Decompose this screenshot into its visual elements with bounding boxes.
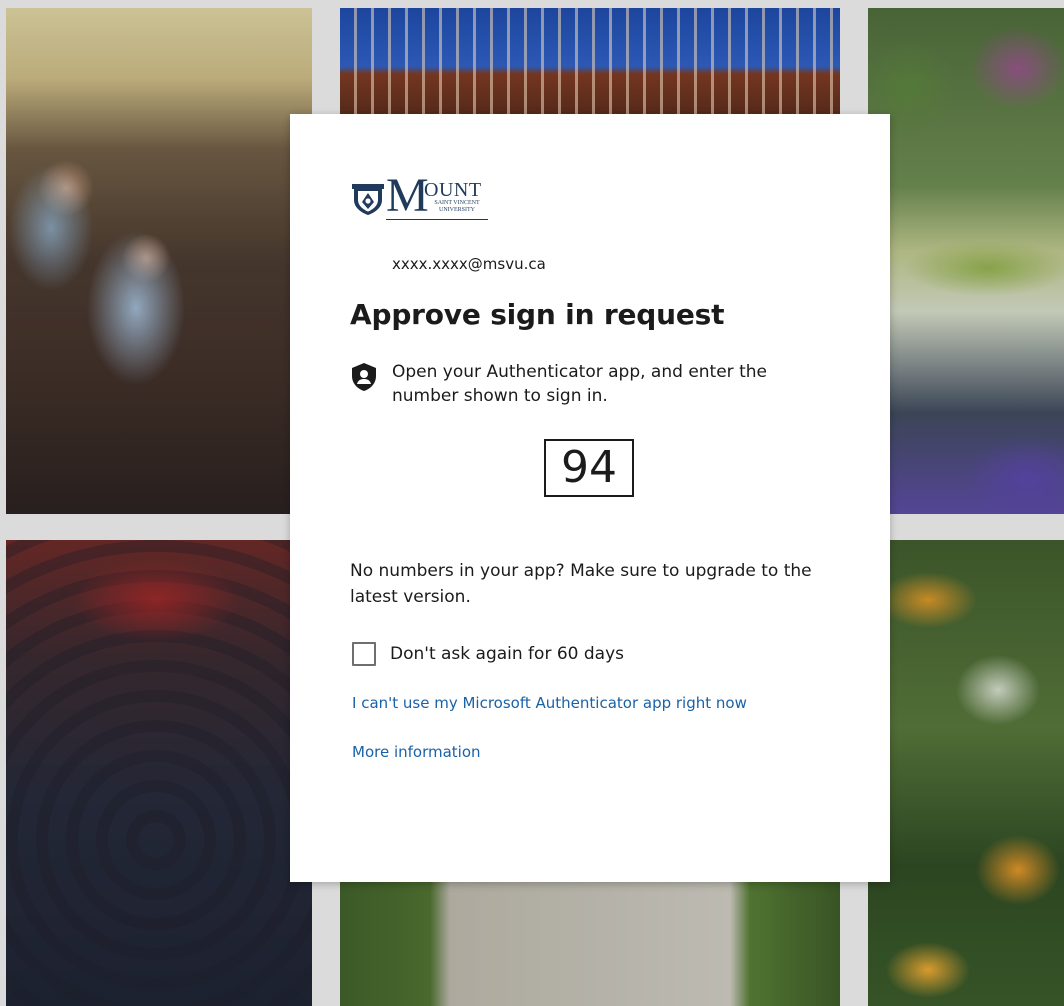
university-wordmark: M OUNT SAINT VINCENT UNIVERSITY: [386, 172, 492, 220]
page-title: Approve sign in request: [350, 298, 725, 331]
logo-letter: M: [386, 169, 429, 222]
university-shield-icon: [352, 182, 384, 216]
university-logo: M OUNT SAINT VINCENT UNIVERSITY: [352, 172, 494, 222]
account-email: xxxx.xxxx@msvu.ca: [392, 255, 546, 273]
logo-subtitle-line2: UNIVERSITY: [439, 207, 475, 213]
background-photo-flowers: [868, 540, 1064, 1006]
background-photo-volleyball: [6, 8, 312, 514]
remember-device-label: Don't ask again for 60 days: [390, 644, 624, 664]
background-photo-building: [340, 8, 840, 114]
remember-device-checkbox[interactable]: [352, 642, 376, 666]
signin-card: M OUNT SAINT VINCENT UNIVERSITY xxxx.xxx…: [290, 114, 890, 882]
logo-subtitle-line1: SAINT VINCENT: [434, 200, 480, 206]
remember-device-option[interactable]: Don't ask again for 60 days: [352, 642, 624, 666]
background-photo-campus-garden: [868, 8, 1064, 514]
more-information-link[interactable]: More information: [352, 743, 481, 761]
logo-underline: [386, 219, 488, 220]
sign-in-number: 94: [544, 439, 634, 497]
instruction-row: Open your Authenticator app, and enter t…: [350, 360, 810, 408]
instruction-text: Open your Authenticator app, and enter t…: [392, 362, 767, 406]
cant-use-authenticator-link[interactable]: I can't use my Microsoft Authenticator a…: [352, 694, 747, 712]
logo-subtitle: SAINT VINCENT UNIVERSITY: [425, 200, 489, 214]
authenticator-lock-icon: [350, 362, 378, 392]
background-photo-convocation: [6, 540, 312, 1006]
logo-text: OUNT: [424, 179, 482, 201]
background-photo-pathway: [340, 882, 840, 1006]
upgrade-note: No numbers in your app? Make sure to upg…: [350, 561, 812, 607]
